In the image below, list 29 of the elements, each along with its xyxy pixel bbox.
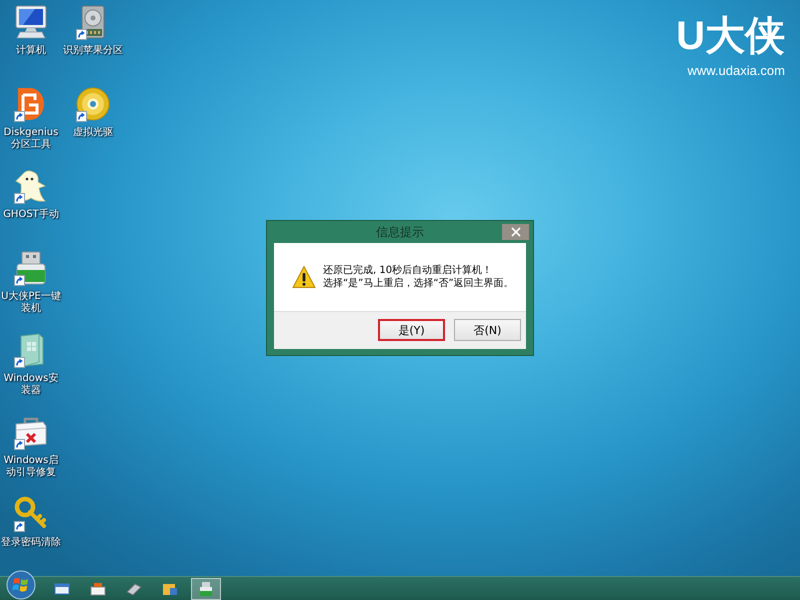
taskbar-button[interactable]: [191, 578, 221, 600]
disc-icon[interactable]: [75, 86, 111, 122]
wallpaper-url-text: www.udaxia.com: [687, 63, 785, 79]
desktop-icon-label[interactable]: 虚拟光驱: [73, 127, 113, 139]
wallpaper-logo-text: U大侠: [676, 13, 785, 60]
start-button[interactable]: [6, 570, 36, 600]
close-button[interactable]: [502, 224, 529, 240]
monitor-icon[interactable]: [13, 4, 49, 40]
warning-icon: [292, 265, 316, 289]
desktop-icon-label[interactable]: Diskgenius分区工具: [0, 127, 62, 151]
dialog-button[interactable]: 否(N): [454, 319, 521, 341]
windows-logo-icon: [6, 570, 36, 600]
ghost-icon[interactable]: [13, 168, 49, 204]
desktop-icon-label[interactable]: GHOST手动: [3, 209, 59, 221]
dialog-message-line: 选择“是”马上重启，选择“否”返回主界面。: [323, 277, 514, 290]
dialog-message-line: 还原已完成, 10秒后自动重启计算机！: [323, 264, 492, 277]
desktop-icon-label[interactable]: 识别苹果分区: [63, 45, 123, 57]
desktop-icon-label[interactable]: Windows启动引导修复: [0, 455, 62, 479]
close-icon: [510, 227, 520, 237]
usb-drive-icon: [197, 580, 215, 596]
dialog-button[interactable]: 是(Y): [378, 319, 445, 341]
desktop-icon-label[interactable]: 登录密码清除: [1, 537, 61, 549]
dialog-title: 信息提示: [376, 224, 424, 240]
desktop-icon-label[interactable]: U大侠PE一键装机: [0, 291, 62, 315]
toolbox-icon: [89, 580, 107, 596]
desktop-icon-label[interactable]: 计算机: [16, 45, 46, 57]
window-icon: [53, 580, 71, 596]
desktop-icon-label[interactable]: Windows安装器: [0, 373, 62, 397]
drive-icon: [125, 580, 143, 596]
